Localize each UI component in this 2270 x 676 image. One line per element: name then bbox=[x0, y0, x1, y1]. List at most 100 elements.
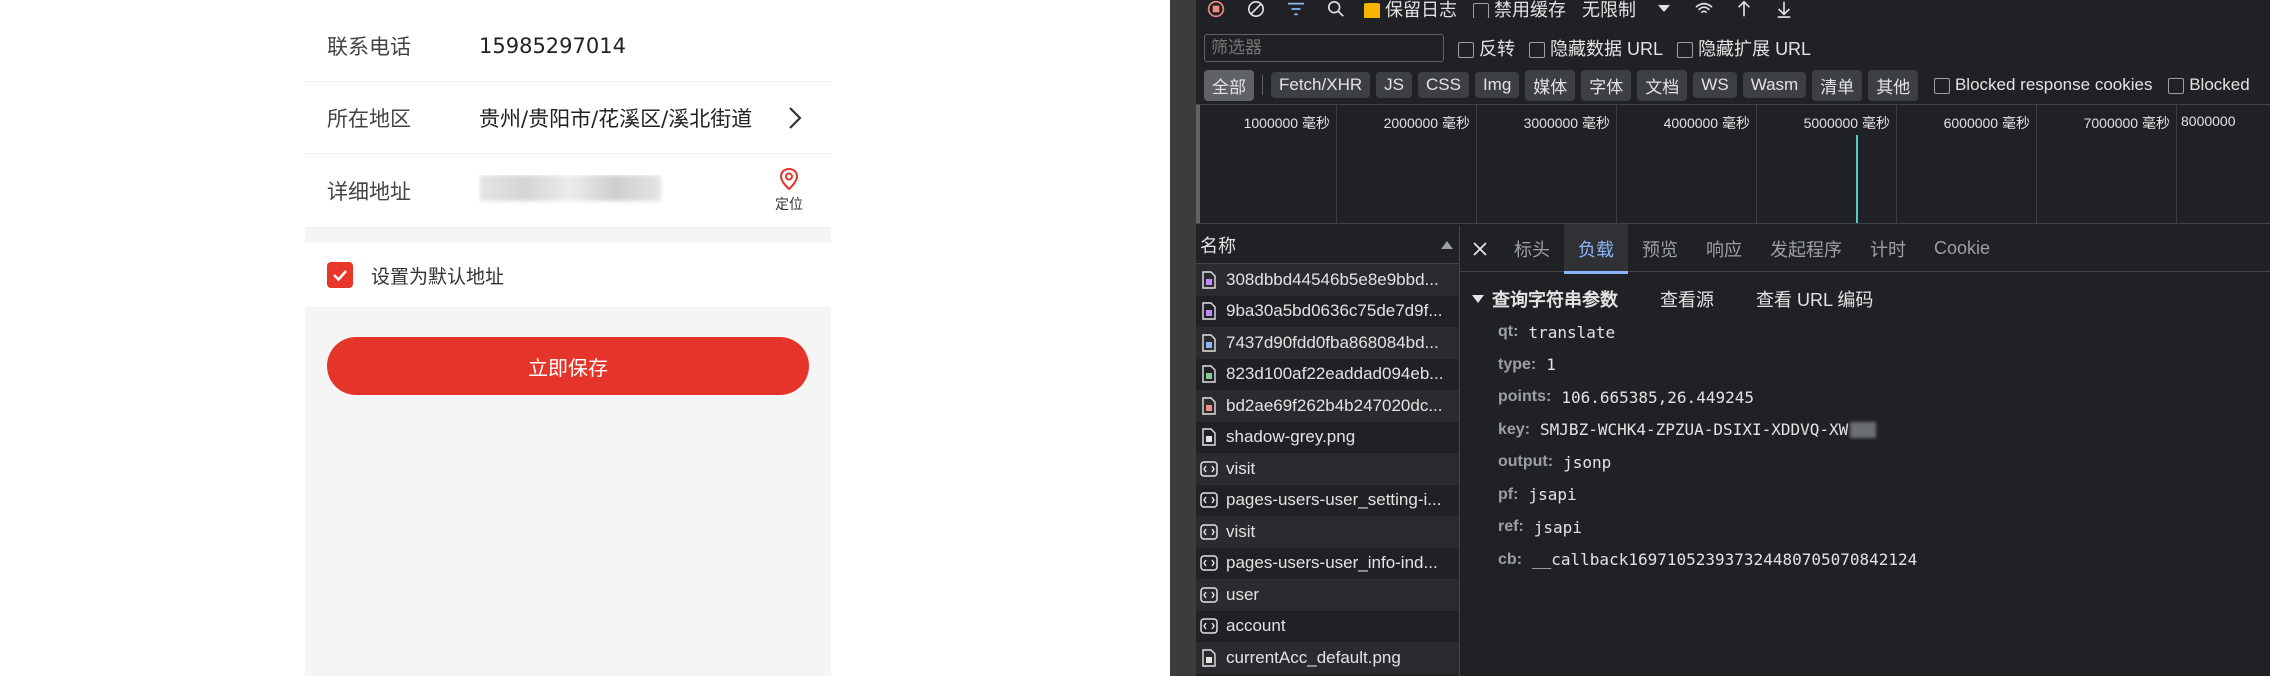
blocked-cookies-toggle[interactable]: Blocked response cookies bbox=[1934, 75, 2152, 95]
download-icon[interactable] bbox=[1772, 0, 1796, 18]
invert-toggle[interactable]: 反转 bbox=[1458, 35, 1515, 61]
request-row[interactable]: visit bbox=[1196, 453, 1459, 485]
disable-cache-toggle[interactable]: 禁用缓存 bbox=[1473, 0, 1566, 18]
preserve-log-toggle[interactable]: 保留日志 bbox=[1364, 0, 1457, 18]
hide-ext-urls-toggle[interactable]: 隐藏扩展 URL bbox=[1677, 35, 1811, 61]
type-filter-all[interactable]: 全部 bbox=[1204, 69, 1254, 101]
type-filter-ws[interactable]: WS bbox=[1693, 72, 1737, 98]
blocked-requests-toggle[interactable]: Blocked bbox=[2168, 75, 2250, 95]
request-row[interactable]: 7437d90fdd0fba868084bd... bbox=[1196, 327, 1459, 359]
param-row: cb: __callback169710523937324480705070842… bbox=[1498, 550, 1918, 570]
request-row[interactable]: 308dbbd44546b5e8e9bbd... bbox=[1196, 264, 1459, 296]
address-row[interactable]: 详细地址 定位 bbox=[305, 154, 831, 228]
default-checkbox[interactable] bbox=[327, 262, 353, 288]
view-url-encoded-link[interactable]: 查看 URL 编码 bbox=[1756, 286, 1873, 312]
filter-row: 反转 隐藏数据 URL 隐藏扩展 URL bbox=[1196, 33, 2270, 63]
blocked-requests-checkbox[interactable] bbox=[2168, 77, 2185, 94]
type-filter-css[interactable]: CSS bbox=[1417, 72, 1469, 98]
request-list: 名称 308dbbd44546b5e8e9bbd... 9ba30a5bd0636… bbox=[1196, 226, 1460, 676]
request-row[interactable]: 9ba30a5bd0636c75de7d9f... bbox=[1196, 296, 1459, 328]
timeline-tick: 4000000 毫秒 bbox=[1616, 105, 1756, 223]
type-filter-doc[interactable]: 文档 bbox=[1637, 69, 1688, 101]
devtools-network-panel: 保留日志 禁用缓存 无限制 反转 隐藏数据 URL 隐藏扩展 URL 全部 bbox=[1170, 0, 2270, 676]
disable-cache-label: 禁用缓存 bbox=[1494, 0, 1567, 18]
chevron-right-icon[interactable] bbox=[781, 104, 809, 132]
hide-ext-urls-checkbox[interactable] bbox=[1677, 42, 1694, 59]
request-row[interactable]: visit bbox=[1196, 516, 1459, 548]
request-row[interactable]: user bbox=[1196, 579, 1459, 611]
tab-timing[interactable]: 计时 bbox=[1856, 224, 1920, 274]
request-name: currentAcc_default.png bbox=[1226, 647, 1401, 667]
disable-cache-checkbox[interactable] bbox=[1473, 3, 1490, 18]
file-icon bbox=[1200, 647, 1218, 669]
param-row: pf: jsapi bbox=[1498, 485, 1577, 505]
timeline-tick: 1000000 毫秒 bbox=[1196, 105, 1336, 223]
locate-button[interactable]: 定位 bbox=[769, 167, 809, 214]
tab-initiator[interactable]: 发起程序 bbox=[1756, 224, 1856, 274]
timeline-tick: 3000000 毫秒 bbox=[1476, 105, 1616, 223]
network-timeline-overview[interactable]: 1000000 毫秒 2000000 毫秒 3000000 毫秒 4000000… bbox=[1196, 104, 2270, 224]
request-row[interactable]: pages-users-user_info-ind... bbox=[1196, 548, 1459, 580]
network-conditions-icon[interactable] bbox=[1692, 0, 1716, 18]
type-filter-js[interactable]: JS bbox=[1376, 72, 1412, 98]
blocked-cookies-checkbox[interactable] bbox=[1934, 77, 1951, 94]
default-label: 设置为默认地址 bbox=[371, 265, 505, 288]
tab-preview[interactable]: 预览 bbox=[1628, 224, 1692, 274]
param-row: key: SMJBZ-WCHK4-ZPZUA-DSIXI-XDDVQ-XW bbox=[1498, 414, 2270, 447]
xhr-icon bbox=[1200, 458, 1218, 480]
phone-row[interactable]: 联系电话 15985297014 bbox=[305, 0, 831, 82]
tab-response[interactable]: 响应 bbox=[1692, 224, 1756, 274]
query-params-toggle[interactable]: 查询字符串参数 bbox=[1472, 286, 1618, 312]
tab-headers[interactable]: 标头 bbox=[1500, 224, 1564, 274]
tab-payload[interactable]: 负载 bbox=[1564, 223, 1628, 274]
timeline-tick: 7000000 毫秒 bbox=[2036, 105, 2176, 223]
phone-label: 联系电话 bbox=[327, 34, 411, 59]
param-row: output: jsonp bbox=[1498, 452, 1612, 472]
image-file-icon bbox=[1200, 332, 1218, 354]
request-row[interactable]: account bbox=[1196, 611, 1459, 643]
sort-up-icon[interactable] bbox=[1441, 234, 1453, 255]
xhr-icon bbox=[1200, 489, 1218, 511]
request-row[interactable]: pages-users-user_setting-i... bbox=[1196, 485, 1459, 517]
phone-value[interactable]: 15985297014 bbox=[479, 34, 809, 58]
preserve-log-checkbox[interactable] bbox=[1364, 3, 1380, 18]
type-filter-font[interactable]: 字体 bbox=[1581, 69, 1632, 101]
request-row[interactable]: 823d100af22eaddad094eb... bbox=[1196, 359, 1459, 391]
hide-data-urls-checkbox[interactable] bbox=[1529, 42, 1546, 59]
panel-resizer[interactable] bbox=[1170, 0, 1196, 676]
request-row[interactable]: shadow-grey.png bbox=[1196, 422, 1459, 454]
default-address-row[interactable]: 设置为默认地址 bbox=[305, 243, 831, 307]
type-filter-manifest[interactable]: 清单 bbox=[1812, 69, 1863, 101]
record-stop-icon[interactable] bbox=[1204, 0, 1228, 18]
view-source-link[interactable]: 查看源 bbox=[1660, 286, 1714, 312]
type-filter-wasm[interactable]: Wasm bbox=[1742, 72, 1807, 98]
type-filter-media[interactable]: 媒体 bbox=[1525, 69, 1576, 101]
request-row[interactable]: currentAcc_default.png bbox=[1196, 642, 1459, 674]
tab-cookies[interactable]: Cookie bbox=[1920, 226, 2004, 271]
filter-input[interactable] bbox=[1204, 34, 1444, 62]
hide-data-urls-toggle[interactable]: 隐藏数据 URL bbox=[1529, 35, 1663, 61]
hide-ext-urls-label: 隐藏扩展 URL bbox=[1698, 39, 1812, 59]
region-row[interactable]: 所在地区 贵州/贵阳市/花溪区/溪北街道 bbox=[305, 82, 831, 154]
save-button[interactable]: 立即保存 bbox=[327, 337, 809, 395]
region-value[interactable]: 贵州/贵阳市/花溪区/溪北街道 bbox=[479, 103, 781, 133]
dropdown-caret-icon[interactable] bbox=[1652, 0, 1676, 18]
resource-type-filters: 全部 Fetch/XHR JS CSS Img 媒体 字体 文档 WS Wasm… bbox=[1196, 69, 2270, 101]
address-value-redacted[interactable] bbox=[479, 175, 769, 206]
search-icon[interactable] bbox=[1324, 0, 1348, 18]
type-filter-other[interactable]: 其他 bbox=[1868, 69, 1919, 101]
type-filter-img[interactable]: Img bbox=[1474, 72, 1520, 98]
filter-icon[interactable] bbox=[1284, 0, 1308, 18]
request-list-header[interactable]: 名称 bbox=[1196, 226, 1459, 264]
clear-icon[interactable] bbox=[1244, 0, 1268, 18]
request-rows: 308dbbd44546b5e8e9bbd... 9ba30a5bd0636c75… bbox=[1196, 264, 1459, 674]
type-filter-fetch[interactable]: Fetch/XHR bbox=[1271, 72, 1371, 98]
blocked-cookies-label: Blocked response cookies bbox=[1954, 75, 2153, 94]
invert-checkbox[interactable] bbox=[1458, 42, 1474, 59]
name-column-header[interactable]: 名称 bbox=[1200, 232, 1236, 258]
throttle-select[interactable]: 无限制 bbox=[1582, 0, 1636, 18]
upload-icon[interactable] bbox=[1732, 0, 1756, 18]
request-row[interactable]: bd2ae69f262b4b247020dc... bbox=[1196, 390, 1459, 422]
close-icon[interactable] bbox=[1460, 241, 1500, 257]
timeline-tick: 5000000 毫秒 bbox=[1756, 105, 1896, 223]
